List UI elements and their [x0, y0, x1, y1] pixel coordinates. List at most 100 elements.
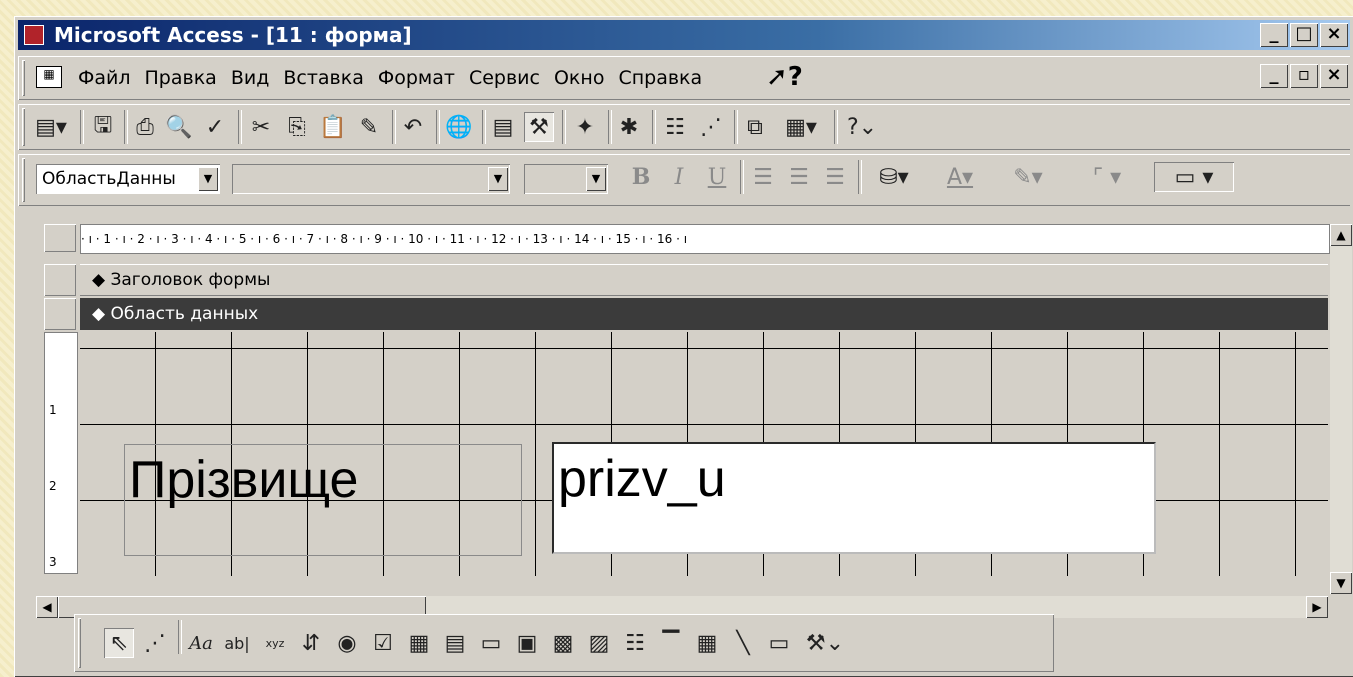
scroll-left-button[interactable]: ◀: [36, 596, 58, 618]
separator: [562, 110, 566, 144]
separator: [608, 110, 612, 144]
surname-textbox[interactable]: prizv_u: [552, 442, 1156, 554]
vruler-mark-1: 1: [49, 403, 57, 417]
spelling-icon[interactable]: ✓: [200, 112, 230, 142]
line-tool-icon[interactable]: ╲: [728, 628, 758, 658]
undo-icon[interactable]: ↶: [398, 112, 428, 142]
checkbox-icon[interactable]: ☑: [368, 628, 398, 658]
view-icon[interactable]: ▤▾: [35, 112, 67, 142]
detail-section-selector[interactable]: [44, 298, 76, 330]
control-wizards-icon[interactable]: ⋰: [140, 628, 170, 658]
hyperlink-icon[interactable]: 🌐: [444, 112, 474, 142]
paste-icon[interactable]: 📋: [318, 112, 348, 142]
separator: [80, 110, 84, 144]
toolbox-grip[interactable]: [78, 618, 81, 668]
label-tool-icon[interactable]: Aa: [186, 628, 216, 658]
option-group-icon[interactable]: xyz: [260, 628, 290, 658]
toggle-button-icon[interactable]: ⇵: [296, 628, 326, 658]
align-center-icon[interactable]: ☰: [784, 162, 814, 192]
menu-view[interactable]: Вид: [231, 67, 270, 89]
help-icon[interactable]: ?⌄: [840, 112, 884, 142]
underline-button[interactable]: U: [702, 162, 732, 192]
print-icon[interactable]: ⎙: [130, 112, 160, 142]
maximize-button[interactable]: □: [1290, 23, 1318, 47]
window-title: Microsoft Access - [11 : форма]: [54, 23, 412, 47]
detail-section-bar[interactable]: ◆ Область данных: [80, 298, 1328, 330]
italic-button[interactable]: I: [664, 162, 694, 192]
copy-icon[interactable]: ⎘: [282, 112, 312, 142]
code-icon[interactable]: ✱: [614, 112, 644, 142]
design-grid[interactable]: Прізвище prizv_u: [80, 332, 1328, 576]
menubar-grip[interactable]: [22, 60, 25, 96]
whats-this-help-icon[interactable]: ➚?: [766, 62, 803, 92]
font-color-icon[interactable]: A ▾: [932, 162, 988, 192]
build-icon[interactable]: ⋰: [696, 112, 726, 142]
section-marker-icon: ◆: [92, 304, 111, 324]
menu-window[interactable]: Окно: [554, 67, 604, 89]
new-object-icon[interactable]: ▦▾: [776, 112, 826, 142]
chevron-down-icon[interactable]: ▼: [488, 167, 508, 191]
autoformat-icon[interactable]: ✦: [570, 112, 600, 142]
menu-file[interactable]: Файл: [78, 67, 131, 89]
tab-control-icon[interactable]: ▔: [656, 628, 686, 658]
page-break-icon[interactable]: ☷: [620, 628, 650, 658]
align-left-icon[interactable]: ☰: [748, 162, 778, 192]
surname-label[interactable]: Прізвище: [124, 444, 522, 556]
doc-minimize-button[interactable]: _: [1260, 64, 1288, 88]
save-icon[interactable]: 🖫: [88, 112, 118, 142]
close-button[interactable]: ×: [1320, 23, 1348, 47]
line-color-icon[interactable]: ✎▾: [998, 162, 1058, 192]
font-size-select[interactable]: ▼: [524, 164, 608, 194]
combo-box-icon[interactable]: ▦: [404, 628, 434, 658]
minimize-button[interactable]: _: [1260, 23, 1288, 47]
header-section-selector[interactable]: [44, 264, 76, 296]
toolbar-grip[interactable]: [22, 108, 25, 146]
menu-tools[interactable]: Сервис: [469, 67, 540, 89]
unbound-object-frame-icon[interactable]: ▩: [548, 628, 578, 658]
option-button-icon[interactable]: ◉: [332, 628, 362, 658]
print-preview-icon[interactable]: 🔍: [164, 112, 194, 142]
line-width-icon[interactable]: ⌜ ▾: [1072, 162, 1142, 192]
form-header-section-bar[interactable]: ◆ Заголовок формы: [80, 264, 1328, 296]
object-select[interactable]: ОбластьДанны ▼: [36, 164, 220, 194]
font-select[interactable]: ▼: [232, 164, 510, 194]
toolbox-icon[interactable]: ⚒: [524, 112, 554, 142]
doc-restore-button[interactable]: ▫: [1290, 64, 1318, 88]
toolbar-grip[interactable]: [22, 158, 25, 202]
section-marker-icon: ◆: [92, 270, 111, 290]
form-design-toolbar: ▤▾ 🖫 ⎙ 🔍 ✓ ✂ ⎘ 📋 ✎ ↶ 🌐 ▤ ⚒ ✦ ✱ ☷ ⋰ ⧉ ▦▾ …: [18, 104, 1350, 150]
vertical-scrollbar[interactable]: ▲ ▼: [1330, 224, 1352, 594]
textbox-tool-icon[interactable]: ab|: [222, 628, 252, 658]
database-window-icon[interactable]: ⧉: [740, 112, 770, 142]
form-selector[interactable]: [44, 224, 76, 252]
scroll-right-button[interactable]: ▶: [1306, 596, 1328, 618]
align-right-icon[interactable]: ☰: [820, 162, 850, 192]
select-objects-icon[interactable]: ⇖: [104, 628, 134, 658]
menu-edit[interactable]: Правка: [145, 67, 217, 89]
list-box-icon[interactable]: ▤: [440, 628, 470, 658]
properties-icon[interactable]: ☷: [660, 112, 690, 142]
rectangle-tool-icon[interactable]: ▭: [764, 628, 794, 658]
field-list-icon[interactable]: ▤: [488, 112, 518, 142]
access-app-icon: [24, 25, 44, 45]
menu-format[interactable]: Формат: [378, 67, 455, 89]
bold-button[interactable]: B: [626, 162, 656, 192]
menu-insert[interactable]: Вставка: [283, 67, 364, 89]
special-effect-icon[interactable]: ▭ ▾: [1154, 162, 1234, 192]
scroll-down-button[interactable]: ▼: [1330, 572, 1352, 594]
doc-close-button[interactable]: ×: [1320, 64, 1348, 88]
form-header-label: Заголовок формы: [110, 270, 271, 290]
fill-color-icon[interactable]: ⛁▾: [866, 162, 922, 192]
chevron-down-icon[interactable]: ▼: [586, 167, 606, 191]
chevron-down-icon[interactable]: ▼: [198, 167, 218, 191]
scroll-up-button[interactable]: ▲: [1330, 224, 1352, 246]
command-button-icon[interactable]: ▭: [476, 628, 506, 658]
form-doc-icon[interactable]: ▦: [36, 66, 62, 88]
cut-icon[interactable]: ✂: [246, 112, 276, 142]
more-controls-icon[interactable]: ⚒⌄: [800, 628, 850, 658]
image-icon[interactable]: ▣: [512, 628, 542, 658]
format-painter-icon[interactable]: ✎: [354, 112, 384, 142]
menu-help[interactable]: Справка: [618, 67, 702, 89]
subform-icon[interactable]: ▦: [692, 628, 722, 658]
bound-object-frame-icon[interactable]: ▨: [584, 628, 614, 658]
